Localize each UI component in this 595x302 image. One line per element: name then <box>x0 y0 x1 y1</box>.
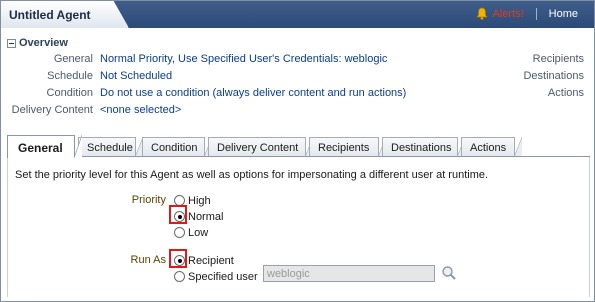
radio-button[interactable] <box>174 227 185 238</box>
tab-recipients[interactable]: Recipients <box>309 137 386 157</box>
highlight-box <box>169 249 187 268</box>
radio-button[interactable] <box>174 271 185 282</box>
tab-condition[interactable]: Condition <box>142 137 212 157</box>
run-as-label: Run As <box>130 254 166 266</box>
bell-icon[interactable] <box>476 7 489 20</box>
overview-general-link[interactable]: Normal Priority, Use Specified User's Cr… <box>100 53 387 65</box>
general-description: Set the priority level for this Agent as… <box>15 169 489 181</box>
home-link[interactable]: Home <box>549 8 578 20</box>
tab-schedule[interactable]: Schedule <box>78 137 143 157</box>
header-links: Alerts! Home <box>476 7 578 20</box>
overview-label: Condition <box>46 87 93 99</box>
header-bar: Untitled Agent Alerts! Home <box>1 1 594 28</box>
search-icon[interactable] <box>441 265 457 281</box>
overview-row-general: General <box>1 53 93 68</box>
overview-actions-link[interactable]: Actions <box>548 87 584 99</box>
overview-row-schedule: Schedule <box>1 70 93 85</box>
overview-section: Overview <box>7 36 590 50</box>
overview-label: Schedule <box>47 70 93 82</box>
highlight-box <box>169 205 187 224</box>
radio-label: Low <box>188 226 209 239</box>
overview-label: General <box>53 53 93 65</box>
tab-general[interactable]: General <box>7 135 82 158</box>
overview-label: Delivery Content <box>11 104 93 116</box>
tab-delivery-content[interactable]: Delivery Content <box>208 137 313 157</box>
run-as-option-specified-user[interactable]: Specified user <box>174 269 258 284</box>
radio-label: Specified user <box>188 270 258 283</box>
overview-destinations-link[interactable]: Destinations <box>523 70 584 82</box>
tab-destinations[interactable]: Destinations <box>382 137 465 157</box>
overview-title: Overview <box>19 37 68 49</box>
radio-label: High <box>188 194 211 207</box>
overview-row-delivery-content: Delivery Content <box>1 104 93 119</box>
overview-schedule-link[interactable]: Not Scheduled <box>100 70 172 82</box>
overview-condition-link[interactable]: Do not use a condition (always deliver c… <box>100 87 406 99</box>
specified-user-field[interactable] <box>263 265 435 282</box>
header-divider <box>535 7 537 20</box>
tab-actions[interactable]: Actions <box>461 137 522 157</box>
collapse-icon[interactable] <box>7 38 16 48</box>
tab-bar: General Schedule Condition Delivery Cont… <box>7 135 590 158</box>
overview-header[interactable]: Overview <box>7 36 590 50</box>
agent-title: Untitled Agent <box>1 1 129 28</box>
alerts-link[interactable]: Alerts! <box>492 8 523 20</box>
radio-label: Normal <box>188 210 224 223</box>
agent-editor-window: Untitled Agent Alerts! Home Overview Gen… <box>0 0 595 302</box>
radio-label: Recipient <box>188 254 234 267</box>
priority-option-low[interactable]: Low <box>174 225 208 240</box>
overview-recipients-link[interactable]: Recipients <box>533 53 584 65</box>
priority-label: Priority <box>131 194 166 206</box>
overview-row-condition: Condition <box>1 87 93 102</box>
overview-delivery-content-link[interactable]: <none selected> <box>100 104 181 116</box>
